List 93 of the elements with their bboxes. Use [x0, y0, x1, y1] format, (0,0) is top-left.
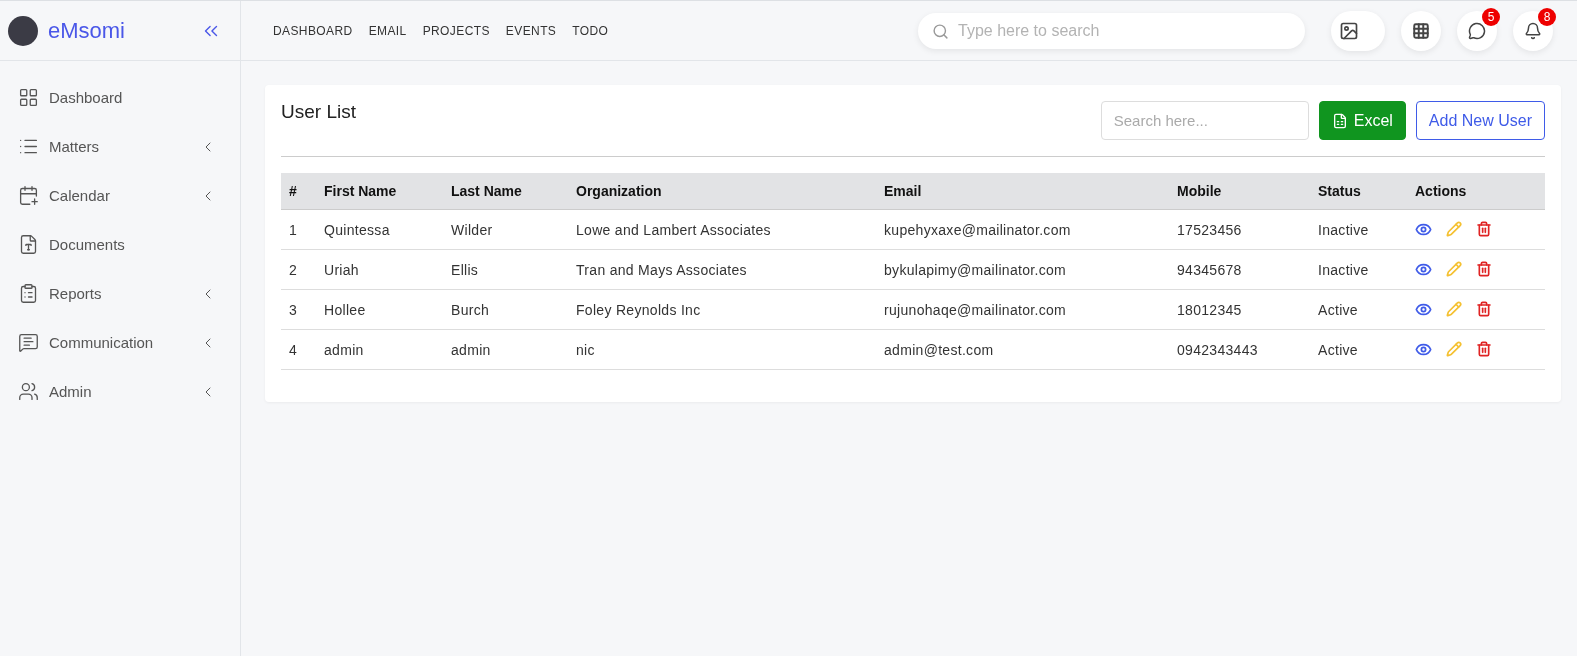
- table-cell: Tran and Mays Associates: [576, 261, 747, 278]
- avatar: [8, 15, 38, 46]
- grid-icon: [18, 87, 39, 108]
- pencil-icon: [1446, 341, 1462, 357]
- sidebar-item[interactable]: Documents: [0, 220, 240, 269]
- table-cell: bykulapimy@mailinator.com: [884, 261, 1066, 278]
- table-cell: 17523456: [1177, 221, 1242, 238]
- column-header: #: [281, 173, 316, 210]
- table-cell: 2: [289, 261, 298, 278]
- eye-icon: [1415, 341, 1432, 358]
- clipboard-chart-icon: [18, 283, 39, 304]
- nav-link[interactable]: EMAIL: [368, 23, 407, 38]
- chat-icon: [18, 332, 39, 353]
- table-cell: Quintessa: [324, 221, 390, 238]
- sidebar-item[interactable]: Reports: [0, 269, 240, 318]
- column-header: Status: [1310, 173, 1407, 210]
- search-icon: [932, 22, 949, 40]
- column-header: Organization: [568, 173, 876, 210]
- image-button[interactable]: [1331, 10, 1385, 51]
- nav-link[interactable]: TODO: [572, 23, 609, 38]
- eye-icon: [1415, 261, 1432, 278]
- table-cell: 94345678: [1177, 261, 1242, 278]
- delete-button[interactable]: [1476, 221, 1492, 238]
- table-cell: kupehyxaxe@mailinator.com: [884, 221, 1071, 238]
- table-cell: 18012345: [1177, 301, 1242, 318]
- nav-link[interactable]: EVENTS: [505, 23, 557, 38]
- table-cell: Lowe and Lambert Associates: [576, 221, 771, 238]
- view-button[interactable]: [1415, 261, 1432, 278]
- users-icon: [18, 381, 39, 402]
- table-cell: Inactive: [1318, 221, 1369, 238]
- table-cell: Uriah: [324, 261, 359, 278]
- delete-button[interactable]: [1476, 261, 1492, 278]
- column-header: Actions: [1407, 173, 1545, 210]
- document-icon: [18, 234, 39, 255]
- bell-button[interactable]: 8: [1513, 10, 1553, 51]
- sidebar-item[interactable]: Dashboard: [0, 73, 240, 122]
- messenger-button[interactable]: 5: [1457, 10, 1497, 51]
- bell-icon: [1524, 21, 1542, 40]
- calendar-icon: [18, 185, 39, 206]
- eye-icon: [1415, 301, 1432, 318]
- view-button[interactable]: [1415, 341, 1432, 358]
- apps-grid-icon: [1412, 21, 1430, 40]
- table-cell: 1: [289, 221, 298, 238]
- notification-badge: 5: [1482, 7, 1500, 26]
- search-field[interactable]: Search here...: [1100, 101, 1309, 140]
- apps-button[interactable]: [1401, 10, 1441, 51]
- add-user-button[interactable]: Add New User: [1415, 101, 1545, 140]
- table-cell: 4: [289, 341, 298, 358]
- pencil-icon: [1446, 301, 1462, 317]
- table-cell: rujunohaqe@mailinator.com: [884, 301, 1067, 318]
- brand-name: eMsomi: [48, 17, 126, 44]
- sidebar-item[interactable]: Admin: [0, 367, 240, 416]
- table-cell: admin@test.com: [884, 341, 994, 358]
- sidebar-item[interactable]: Calendar: [0, 171, 240, 220]
- trash-icon: [1476, 221, 1492, 237]
- table-cell: Foley Reynolds Inc: [576, 301, 701, 318]
- table-cell: 0942343443: [1177, 341, 1258, 358]
- card-title: User List: [281, 101, 357, 123]
- table-cell: Inactive: [1318, 261, 1369, 278]
- table-cell: Burch: [451, 301, 490, 318]
- sidebar-item[interactable]: Matters: [0, 122, 240, 171]
- trash-icon: [1476, 261, 1492, 277]
- nav-link[interactable]: PROJECTS: [422, 23, 490, 38]
- view-button[interactable]: [1415, 221, 1432, 238]
- messenger-icon: [1468, 21, 1486, 40]
- table-cell: Active: [1318, 301, 1358, 318]
- trash-icon: [1476, 301, 1492, 317]
- table-cell: Hollee: [324, 301, 366, 318]
- column-header: First Name: [316, 173, 443, 210]
- column-header: Last Name: [443, 173, 568, 210]
- table-cell: admin: [324, 341, 364, 358]
- table-cell: Wilder: [451, 221, 493, 238]
- excel-button[interactable]: Excel: [1318, 101, 1406, 140]
- table-cell: 3: [289, 301, 298, 318]
- view-button[interactable]: [1415, 301, 1432, 318]
- nav-link[interactable]: DASHBOARD: [273, 23, 353, 38]
- delete-button[interactable]: [1476, 341, 1492, 358]
- table-cell: Active: [1318, 341, 1358, 358]
- spreadsheet-icon: [1331, 112, 1348, 129]
- search-field[interactable]: Type here to search: [918, 12, 1305, 49]
- eye-icon: [1415, 221, 1432, 238]
- sidebar-item[interactable]: Communication: [0, 318, 240, 367]
- pencil-icon: [1446, 261, 1462, 277]
- column-header: Email: [876, 173, 1169, 210]
- table-cell: admin: [451, 341, 491, 358]
- column-header: Mobile: [1169, 173, 1310, 210]
- table-cell: nic: [576, 341, 595, 358]
- notification-badge: 8: [1538, 7, 1556, 26]
- trash-icon: [1476, 341, 1492, 357]
- table-cell: Ellis: [451, 261, 479, 278]
- delete-button[interactable]: [1476, 301, 1492, 318]
- broken-image-icon: [1339, 20, 1359, 41]
- pencil-icon: [1446, 221, 1462, 237]
